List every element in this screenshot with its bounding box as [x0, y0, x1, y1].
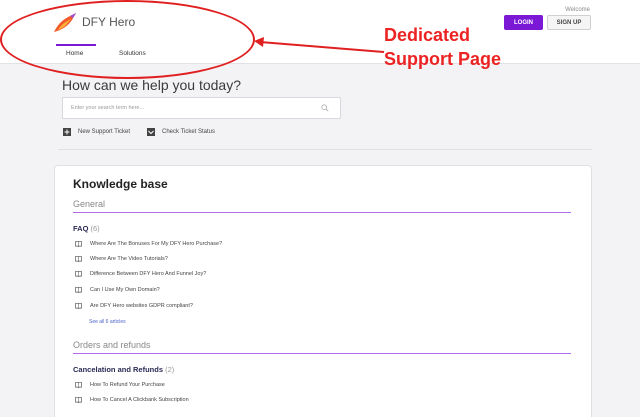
annotation-line-1: Dedicated	[384, 25, 471, 45]
category-faq[interactable]: FAQ (6)	[73, 224, 100, 233]
article-link[interactable]: How To Cancel A Clickbank Subscription	[75, 397, 189, 403]
login-button[interactable]: LOGIN	[504, 15, 543, 30]
section-title-orders-and-refunds: Orders and refunds	[73, 340, 151, 350]
article-link[interactable]: Where Are The Video Tutorials?	[75, 256, 168, 262]
category-count: (2)	[165, 365, 175, 374]
section-underline	[73, 212, 571, 213]
book-icon	[75, 271, 82, 277]
book-icon	[75, 287, 82, 293]
category-name: FAQ	[73, 224, 89, 233]
article-title: Difference Between DFY Hero And Funnel J…	[90, 271, 207, 277]
ticket-status-icon	[147, 128, 155, 136]
book-icon	[75, 382, 82, 388]
article-title: Can I Use My Own Domain?	[90, 287, 160, 293]
category-cancelation-and-refunds[interactable]: Cancelation and Refunds (2)	[73, 365, 174, 374]
plus-icon	[63, 128, 71, 136]
book-icon	[75, 397, 82, 403]
article-title: How To Refund Your Purchase	[90, 382, 165, 388]
article-link[interactable]: Where Are The Bonuses For My DFY Hero Pu…	[75, 241, 222, 247]
search-input[interactable]	[63, 98, 313, 118]
signup-button[interactable]: SIGN UP	[547, 15, 591, 30]
new-support-ticket-link[interactable]: New Support Ticket	[63, 128, 130, 136]
book-icon	[75, 241, 82, 247]
search-box	[62, 97, 341, 119]
article-title: Where Are The Bonuses For My DFY Hero Pu…	[90, 241, 223, 247]
article-link[interactable]: Can I Use My Own Domain?	[75, 287, 160, 293]
annotation-label: Dedicated Support Page	[384, 23, 501, 71]
check-ticket-status-label: Check Ticket Status	[162, 129, 216, 135]
article-link[interactable]: Difference Between DFY Hero And Funnel J…	[75, 271, 206, 277]
annotation-arrow-icon	[254, 37, 385, 53]
see-all-articles-link[interactable]: See all 6 articles	[89, 319, 126, 325]
welcome-text: Welcome	[565, 7, 590, 13]
article-link[interactable]: How To Refund Your Purchase	[75, 382, 165, 388]
help-title: How can we help you today?	[62, 77, 241, 93]
category-name: Cancelation and Refunds	[73, 365, 164, 374]
search-icon[interactable]	[321, 104, 329, 112]
knowledge-base-title: Knowledge base	[73, 177, 168, 191]
highlight-ellipse	[0, 0, 255, 79]
book-icon	[75, 303, 82, 309]
article-title: Are DFY Hero websites GDPR compliant?	[90, 303, 193, 309]
book-icon	[75, 256, 82, 262]
article-title: How To Cancel A Clickbank Subscription	[90, 397, 189, 403]
new-support-ticket-label: New Support Ticket	[78, 129, 131, 135]
annotation-line-2: Support Page	[384, 49, 502, 69]
article-link[interactable]: Are DFY Hero websites GDPR compliant?	[75, 303, 193, 309]
article-title: Where Are The Video Tutorials?	[90, 256, 168, 262]
category-count: (6)	[90, 224, 100, 233]
check-ticket-status-link[interactable]: Check Ticket Status	[147, 128, 215, 136]
section-underline	[73, 353, 571, 354]
section-title-general: General	[73, 199, 106, 209]
section-divider	[58, 149, 592, 150]
